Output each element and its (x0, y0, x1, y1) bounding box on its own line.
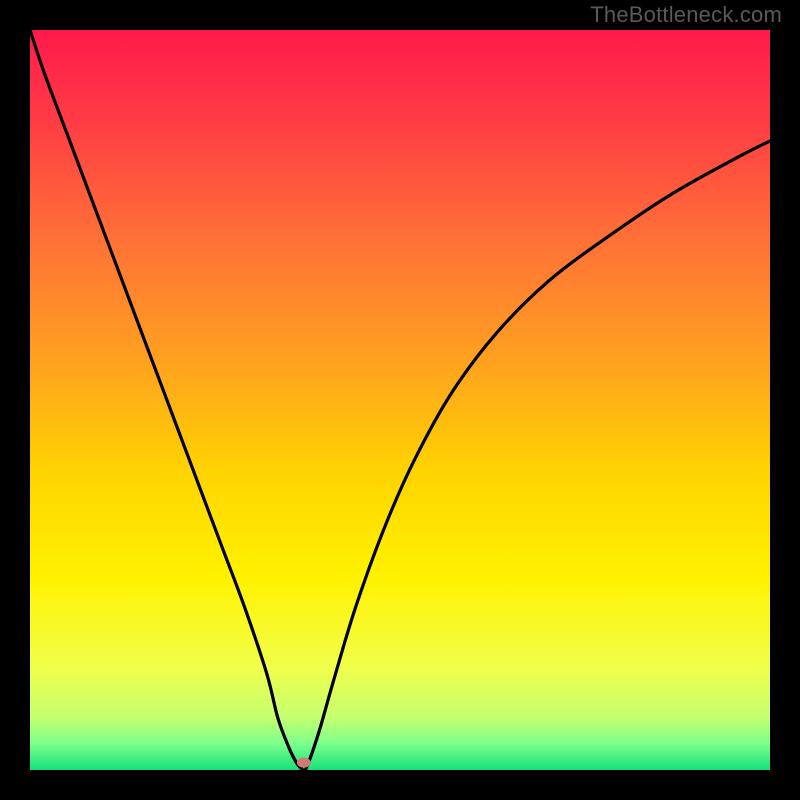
optimum-marker (297, 758, 311, 768)
chart-frame: TheBottleneck.com (0, 0, 800, 800)
bottleneck-chart (30, 30, 770, 770)
watermark-text: TheBottleneck.com (590, 2, 782, 28)
gradient-background (30, 30, 770, 770)
